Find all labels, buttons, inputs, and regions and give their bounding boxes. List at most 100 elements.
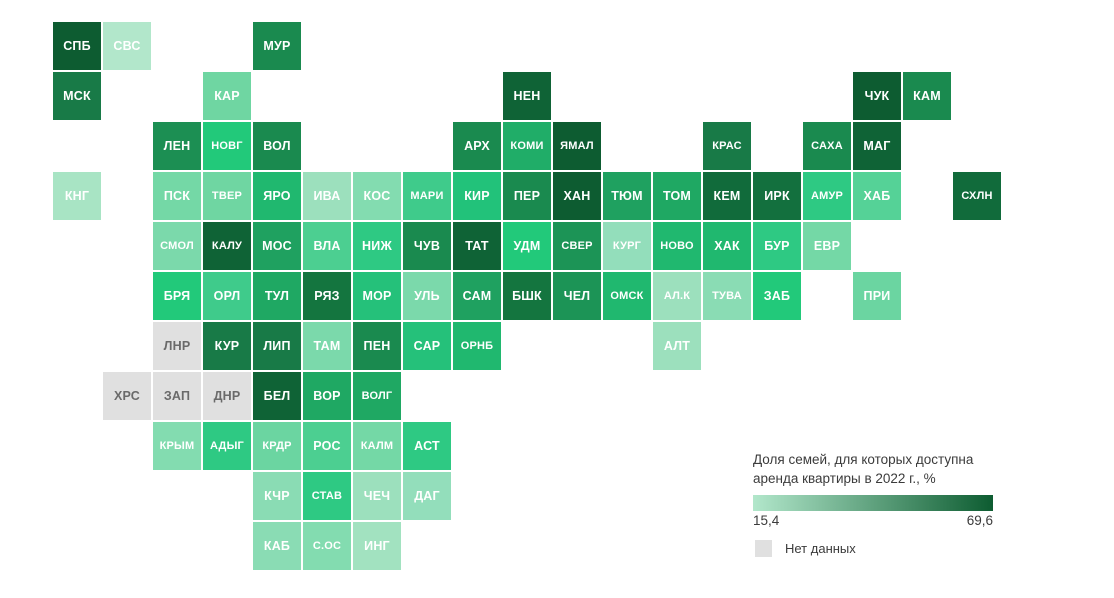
- region-tile[interactable]: МАРИ: [403, 172, 451, 220]
- region-tile[interactable]: МУР: [253, 22, 301, 70]
- region-tile[interactable]: ЧЕЧ: [353, 472, 401, 520]
- region-tile[interactable]: ЧЕЛ: [553, 272, 601, 320]
- region-tile-label: С.ОС: [312, 539, 342, 552]
- region-tile-label: КУРГ: [612, 239, 642, 252]
- region-tile[interactable]: КРДР: [253, 422, 301, 470]
- region-tile[interactable]: СХЛН: [953, 172, 1001, 220]
- region-tile[interactable]: КАЛУ: [203, 222, 251, 270]
- region-tile[interactable]: БЕЛ: [253, 372, 301, 420]
- region-tile[interactable]: ТАТ: [453, 222, 501, 270]
- region-tile[interactable]: АМУР: [803, 172, 851, 220]
- region-tile[interactable]: РОС: [303, 422, 351, 470]
- region-tile[interactable]: ЯМАЛ: [553, 122, 601, 170]
- region-tile[interactable]: НЕН: [503, 72, 551, 120]
- region-tile[interactable]: КЕМ: [703, 172, 751, 220]
- region-tile[interactable]: КРАС: [703, 122, 751, 170]
- region-tile[interactable]: НИЖ: [353, 222, 401, 270]
- region-tile[interactable]: ОРНБ: [453, 322, 501, 370]
- region-tile[interactable]: БШК: [503, 272, 551, 320]
- region-tile[interactable]: ПРИ: [853, 272, 901, 320]
- region-tile-label: АДЫГ: [210, 439, 244, 452]
- region-tile[interactable]: КЧР: [253, 472, 301, 520]
- region-tile[interactable]: КАЛМ: [353, 422, 401, 470]
- region-tile[interactable]: ВОЛГ: [353, 372, 401, 420]
- chart-legend: Доля семей, для которых доступна аренда …: [753, 450, 993, 558]
- region-tile[interactable]: ИРК: [753, 172, 801, 220]
- region-tile[interactable]: ВОР: [303, 372, 351, 420]
- region-tile-label: СВС: [113, 38, 141, 53]
- region-tile[interactable]: ТУЛ: [253, 272, 301, 320]
- region-tile[interactable]: БРЯ: [153, 272, 201, 320]
- region-tile[interactable]: КАМ: [903, 72, 951, 120]
- region-tile[interactable]: ЛНР: [153, 322, 201, 370]
- region-tile[interactable]: КУРГ: [603, 222, 651, 270]
- region-tile[interactable]: ОМСК: [603, 272, 651, 320]
- region-tile[interactable]: С.ОС: [303, 522, 351, 570]
- region-tile[interactable]: МОС: [253, 222, 301, 270]
- region-tile[interactable]: КРЫМ: [153, 422, 201, 470]
- region-tile[interactable]: ПЕР: [503, 172, 551, 220]
- region-tile[interactable]: ХАК: [703, 222, 751, 270]
- region-tile[interactable]: ХРС: [103, 372, 151, 420]
- region-tile[interactable]: ТАМ: [303, 322, 351, 370]
- region-tile[interactable]: АСТ: [403, 422, 451, 470]
- legend-scale: 15,4 69,6: [753, 513, 993, 528]
- region-tile[interactable]: ЗАБ: [753, 272, 801, 320]
- region-tile[interactable]: ИНГ: [353, 522, 401, 570]
- region-tile[interactable]: АДЫГ: [203, 422, 251, 470]
- region-tile[interactable]: СПБ: [53, 22, 101, 70]
- region-tile[interactable]: ЗАП: [153, 372, 201, 420]
- region-tile[interactable]: ПСК: [153, 172, 201, 220]
- region-tile[interactable]: ДНР: [203, 372, 251, 420]
- region-tile[interactable]: НОВГ: [203, 122, 251, 170]
- region-tile[interactable]: ЧУК: [853, 72, 901, 120]
- region-tile[interactable]: ТУВА: [703, 272, 751, 320]
- region-tile[interactable]: СТАВ: [303, 472, 351, 520]
- region-tile[interactable]: ВЛА: [303, 222, 351, 270]
- region-tile[interactable]: СВС: [103, 22, 151, 70]
- region-tile[interactable]: ЛИП: [253, 322, 301, 370]
- region-tile[interactable]: ХАБ: [853, 172, 901, 220]
- region-tile[interactable]: МСК: [53, 72, 101, 120]
- region-tile-label: ВОЛГ: [361, 389, 393, 402]
- region-tile[interactable]: КОМИ: [503, 122, 551, 170]
- region-tile-label: ЗАП: [163, 388, 191, 403]
- region-tile[interactable]: ВОЛ: [253, 122, 301, 170]
- region-tile[interactable]: САМ: [453, 272, 501, 320]
- region-tile[interactable]: УДМ: [503, 222, 551, 270]
- region-tile[interactable]: ЧУВ: [403, 222, 451, 270]
- region-tile[interactable]: УЛЬ: [403, 272, 451, 320]
- region-tile[interactable]: ДАГ: [403, 472, 451, 520]
- region-tile-label: УДМ: [513, 238, 541, 253]
- region-tile[interactable]: СВЕР: [553, 222, 601, 270]
- region-tile[interactable]: КУР: [203, 322, 251, 370]
- region-tile-label: ХАБ: [863, 188, 891, 203]
- region-tile[interactable]: КАР: [203, 72, 251, 120]
- region-tile[interactable]: ЯРО: [253, 172, 301, 220]
- region-tile[interactable]: АЛ.К: [653, 272, 701, 320]
- region-tile[interactable]: НОВО: [653, 222, 701, 270]
- region-tile[interactable]: ОРЛ: [203, 272, 251, 320]
- region-tile[interactable]: МАГ: [853, 122, 901, 170]
- region-tile[interactable]: ПЕН: [353, 322, 401, 370]
- region-tile[interactable]: СМОЛ: [153, 222, 201, 270]
- region-tile[interactable]: РЯЗ: [303, 272, 351, 320]
- region-tile[interactable]: АЛТ: [653, 322, 701, 370]
- region-tile[interactable]: САХА: [803, 122, 851, 170]
- region-tile[interactable]: ЛЕН: [153, 122, 201, 170]
- region-tile[interactable]: ИВА: [303, 172, 351, 220]
- region-tile[interactable]: АРХ: [453, 122, 501, 170]
- region-tile[interactable]: САР: [403, 322, 451, 370]
- region-tile[interactable]: ЕВР: [803, 222, 851, 270]
- region-tile-label: АМУР: [810, 189, 844, 202]
- region-tile[interactable]: МОР: [353, 272, 401, 320]
- region-tile[interactable]: ТВЕР: [203, 172, 251, 220]
- region-tile[interactable]: КОС: [353, 172, 401, 220]
- region-tile[interactable]: БУР: [753, 222, 801, 270]
- region-tile[interactable]: ТЮМ: [603, 172, 651, 220]
- region-tile[interactable]: КНГ: [53, 172, 101, 220]
- region-tile[interactable]: КАБ: [253, 522, 301, 570]
- region-tile[interactable]: КИР: [453, 172, 501, 220]
- region-tile[interactable]: ХАН: [553, 172, 601, 220]
- region-tile[interactable]: ТОМ: [653, 172, 701, 220]
